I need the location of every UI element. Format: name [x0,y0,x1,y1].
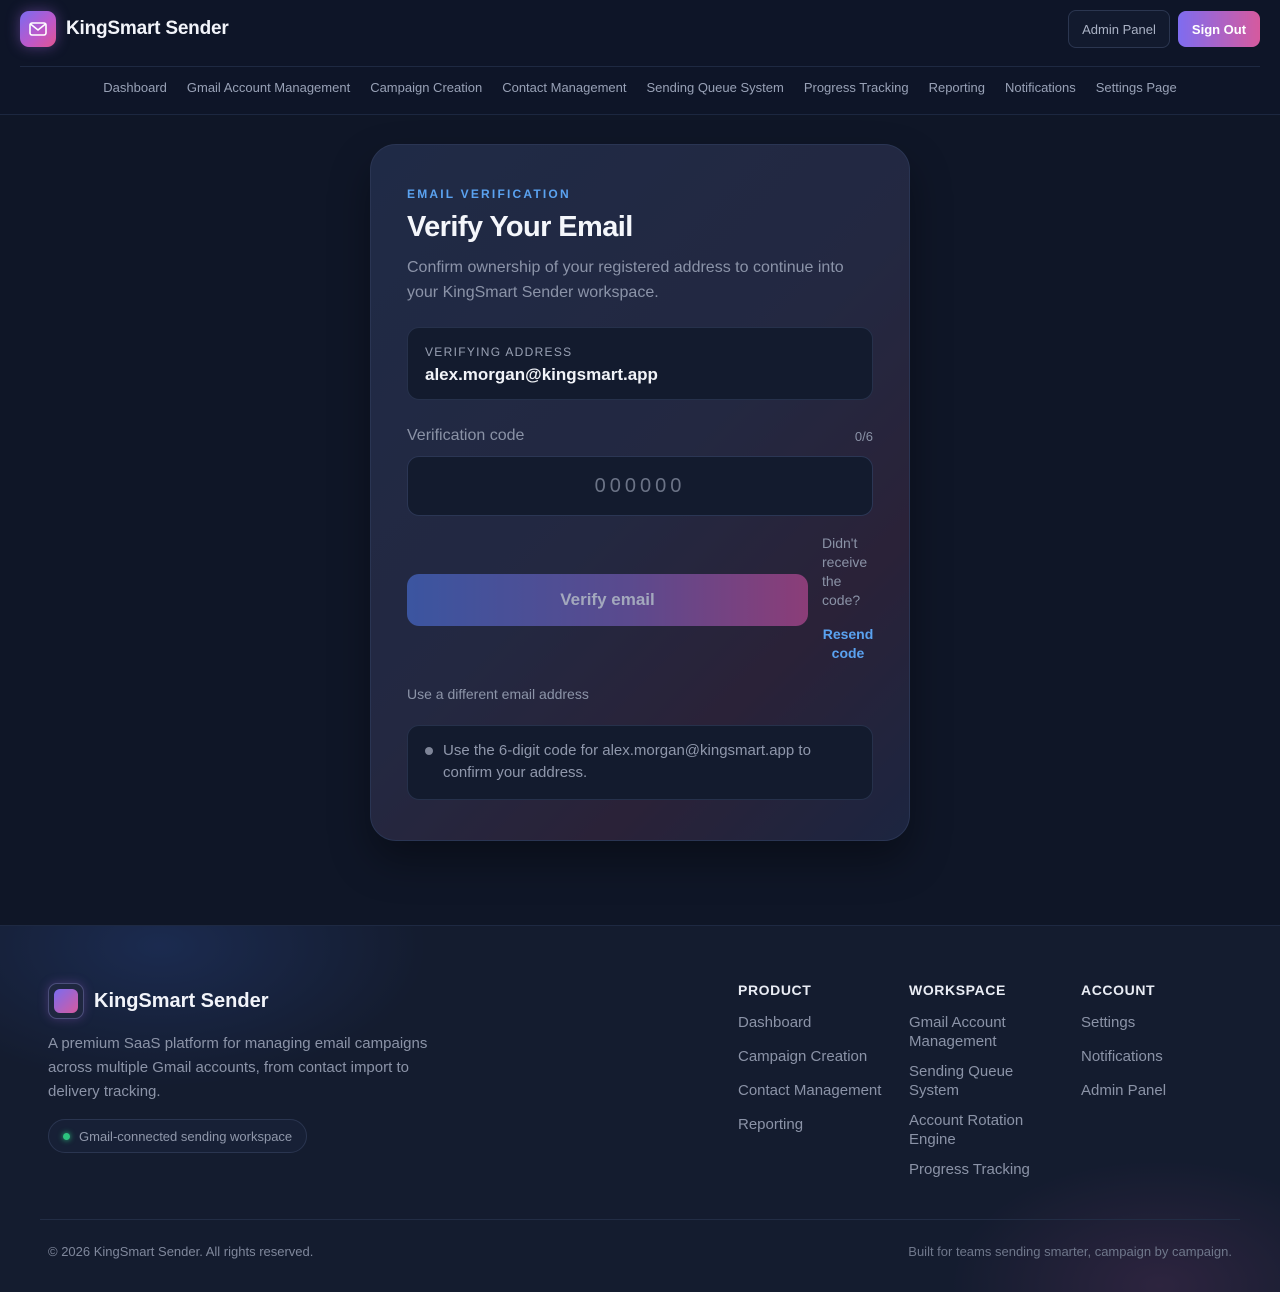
admin-panel-button[interactable]: Admin Panel [1068,10,1170,48]
footer-link-notifications[interactable]: Notifications [1081,1047,1166,1066]
verify-email-button[interactable]: Verify email [407,574,808,626]
brand-name: KingSmart Sender [66,18,229,39]
footer-link-campaign-creation[interactable]: Campaign Creation [738,1047,881,1066]
top-bar: KingSmart Sender Admin Panel Sign Out Da… [0,0,1280,115]
nav-item-reporting[interactable]: Reporting [929,80,985,95]
footer-link-gmail-account-management[interactable]: Gmail Account Management [909,1013,1044,1051]
mail-icon [20,11,56,47]
nav-item-progress-tracking[interactable]: Progress Tracking [804,80,909,95]
verification-code-label: Verification code [407,427,525,444]
footer-brand[interactable]: KingSmart Sender [48,983,268,1019]
footer-column-workspace: WORKSPACE Gmail Account Management Sendi… [909,982,1044,1190]
code-length-counter: 0/6 [854,429,873,444]
verifying-address-value: alex.morgan@kingsmart.app [425,365,658,384]
footer-link-reporting[interactable]: Reporting [738,1115,881,1134]
footer-link-sending-queue-system[interactable]: Sending Queue System [909,1062,1044,1100]
footer-column-account: ACCOUNT Settings Notifications Admin Pan… [1081,982,1166,1115]
copyright: © 2026 KingSmart Sender. All rights rese… [48,1244,314,1259]
sign-out-button[interactable]: Sign Out [1178,11,1260,47]
brand[interactable]: KingSmart Sender [20,11,229,47]
status-dot-icon [63,1132,70,1140]
footer-heading-product: PRODUCT [738,982,812,998]
nav-item-notifications[interactable]: Notifications [1005,80,1076,95]
footer-heading-account: ACCOUNT [1081,982,1156,998]
footer-description: A premium SaaS platform for managing ema… [48,1035,428,1100]
nav-item-contact-management[interactable]: Contact Management [502,80,626,95]
nav-divider [20,66,1260,67]
card-subtitle: Confirm ownership of your registered add… [407,259,844,301]
site-footer: KingSmart Sender A premium SaaS platform… [0,925,1280,1292]
nav-item-campaign-creation[interactable]: Campaign Creation [370,80,482,95]
verifying-address-label: VERIFYING ADDRESS [425,345,573,359]
footer-divider [40,1219,1240,1220]
workspace-status-pill: Gmail-connected sending workspace [48,1119,308,1153]
footer-link-dashboard[interactable]: Dashboard [738,1013,881,1032]
card-eyebrow: EMAIL VERIFICATION [407,187,571,201]
verifying-address-box: VERIFYING ADDRESS alex.morgan@kingsmart.… [407,327,873,400]
hint-text: Use the 6-digit code for alex.morgan@kin… [443,742,811,781]
workspace-status-label: Gmail-connected sending workspace [79,1128,293,1144]
page-title: Verify Your Email [407,211,633,243]
nav-item-settings-page[interactable]: Settings Page [1096,80,1177,95]
footer-link-contact-management[interactable]: Contact Management [738,1081,881,1100]
nav-item-dashboard[interactable]: Dashboard [103,80,167,95]
footer-link-progress-tracking[interactable]: Progress Tracking [909,1160,1044,1179]
hint-box: Use the 6-digit code for alex.morgan@kin… [407,725,873,800]
footer-link-admin-panel[interactable]: Admin Panel [1081,1081,1166,1100]
verify-email-card: EMAIL VERIFICATION Verify Your Email Con… [370,144,910,841]
footer-link-account-rotation-engine[interactable]: Account Rotation Engine [909,1111,1044,1149]
logo-icon [48,983,84,1019]
footer-link-settings[interactable]: Settings [1081,1013,1166,1032]
resend-code-link[interactable]: Resend code [822,625,874,663]
resend-question: Didn't receive the code? [822,535,868,608]
verification-code-input[interactable] [407,456,873,516]
use-different-email-link[interactable]: Use a different email address [407,686,589,702]
bullet-dot-icon [425,747,433,755]
footer-brand-name: KingSmart Sender [94,989,269,1012]
main-nav: Dashboard Gmail Account Management Campa… [0,80,1280,95]
nav-item-gmail-account-management[interactable]: Gmail Account Management [187,80,350,95]
footer-column-product: PRODUCT Dashboard Campaign Creation Cont… [738,982,881,1149]
footer-heading-workspace: WORKSPACE [909,982,1006,998]
nav-item-sending-queue-system[interactable]: Sending Queue System [647,80,784,95]
footer-tagline: Built for teams sending smarter, campaig… [908,1244,1232,1259]
